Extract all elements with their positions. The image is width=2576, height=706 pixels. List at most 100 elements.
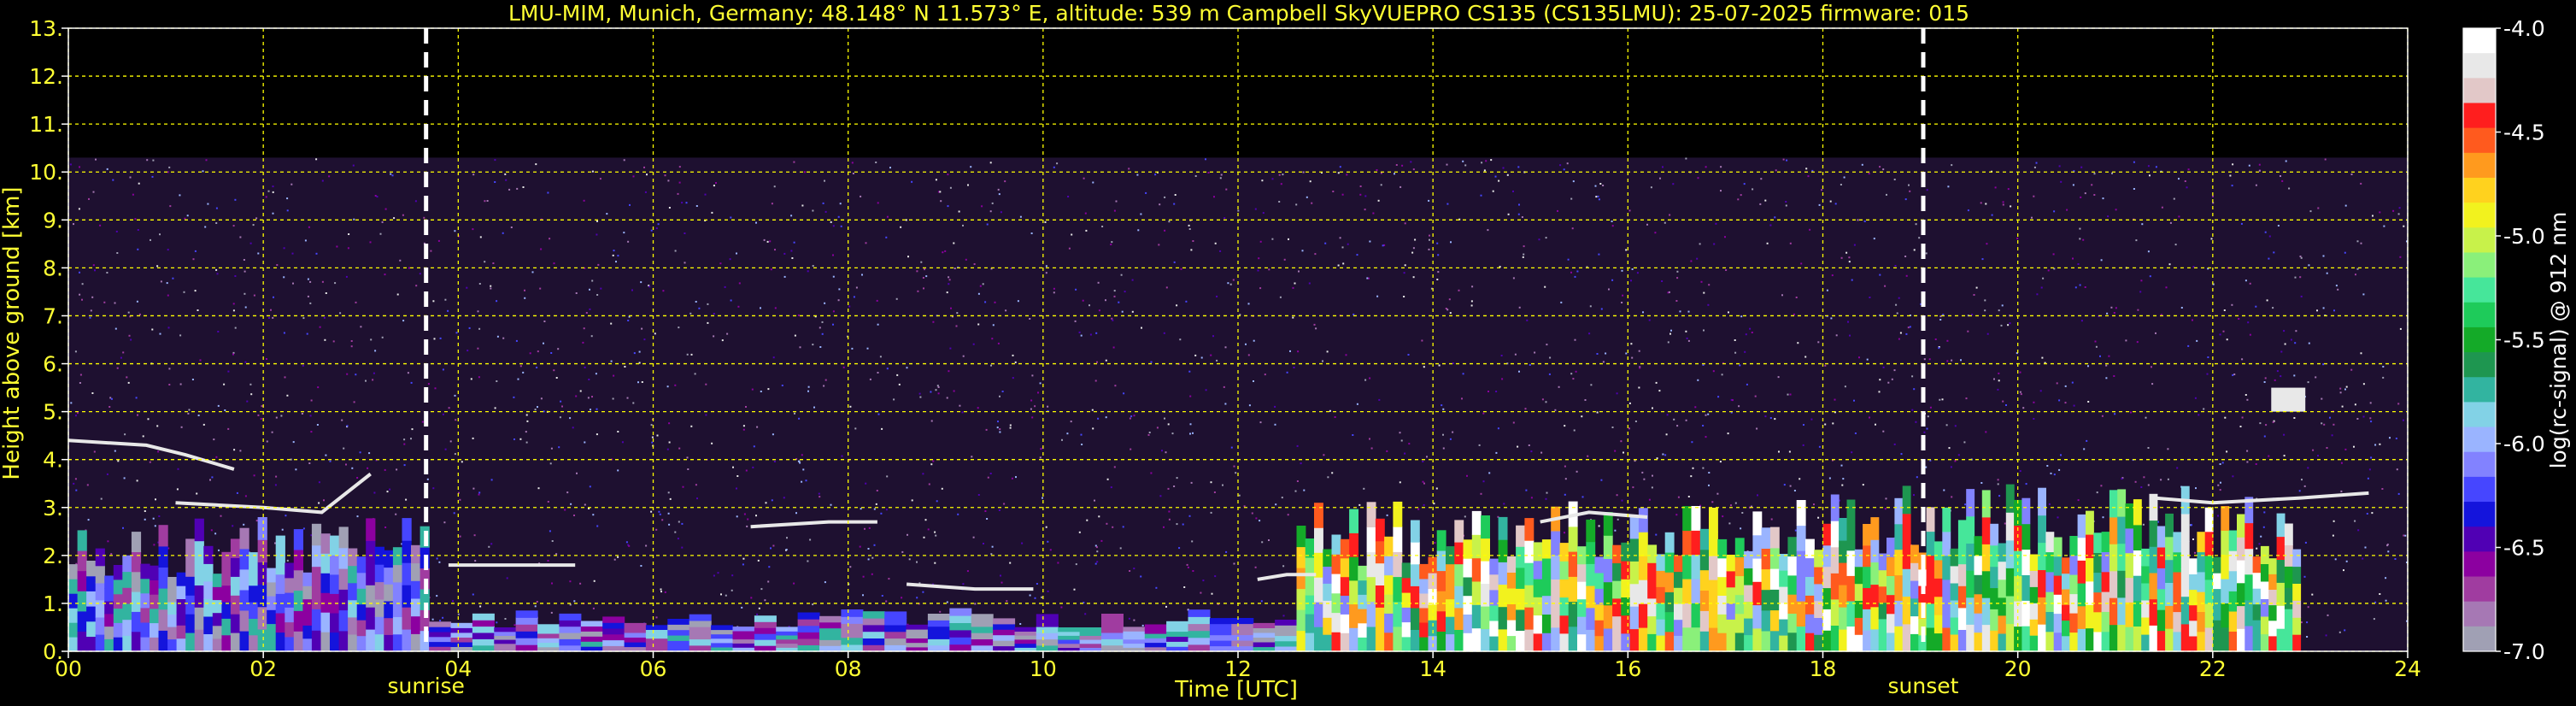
noise-pixel bbox=[1271, 238, 1274, 240]
signal-cell bbox=[320, 592, 331, 613]
noise-pixel bbox=[2184, 180, 2186, 182]
signal-cell bbox=[1870, 517, 1880, 540]
noise-pixel bbox=[2196, 339, 2198, 342]
noise-pixel bbox=[486, 200, 489, 202]
noise-pixel bbox=[1848, 256, 1851, 259]
noise-pixel bbox=[1560, 301, 1563, 303]
noise-pixel bbox=[2082, 238, 2085, 241]
noise-pixel bbox=[1105, 299, 1106, 302]
noise-pixel bbox=[1227, 282, 1229, 285]
noise-pixel bbox=[2280, 175, 2281, 177]
noise-pixel bbox=[536, 601, 538, 603]
noise-pixel bbox=[116, 367, 119, 369]
noise-pixel bbox=[2064, 402, 2067, 404]
noise-pixel bbox=[751, 388, 754, 391]
noise-pixel bbox=[677, 538, 679, 540]
noise-pixel bbox=[126, 376, 128, 379]
noise-pixel bbox=[730, 299, 732, 302]
signal-cell bbox=[1489, 574, 1499, 591]
noise-pixel bbox=[2258, 163, 2261, 166]
signal-cell bbox=[689, 620, 712, 627]
signal-cell bbox=[275, 535, 285, 556]
signal-cell bbox=[1664, 591, 1675, 613]
noise-pixel bbox=[2360, 352, 2362, 355]
noise-pixel bbox=[600, 287, 602, 290]
noise-pixel bbox=[1131, 310, 1134, 313]
noise-pixel bbox=[793, 582, 795, 585]
noise-pixel bbox=[1809, 228, 1811, 231]
noise-pixel bbox=[877, 323, 879, 326]
noise-pixel bbox=[2147, 250, 2150, 253]
noise-pixel bbox=[2019, 371, 2021, 374]
noise-pixel bbox=[1281, 497, 1283, 499]
noise-pixel bbox=[1404, 264, 1406, 267]
noise-pixel bbox=[1679, 310, 1681, 313]
signal-cell bbox=[2284, 523, 2293, 545]
signal-cell bbox=[1830, 521, 1840, 548]
noise-pixel bbox=[540, 397, 543, 400]
signal-cell bbox=[1323, 583, 1333, 601]
noise-pixel bbox=[1805, 168, 1808, 170]
noise-pixel bbox=[1071, 233, 1073, 236]
noise-pixel bbox=[1628, 209, 1631, 212]
signal-cell bbox=[1463, 558, 1473, 578]
signal-cell bbox=[1079, 639, 1102, 644]
signal-cell bbox=[2053, 594, 2063, 615]
noise-pixel bbox=[1636, 272, 1639, 274]
noise-pixel bbox=[819, 346, 822, 348]
noise-pixel bbox=[1530, 450, 1533, 453]
signal-cell bbox=[1358, 622, 1368, 638]
noise-pixel bbox=[109, 406, 111, 408]
signal-cell bbox=[302, 585, 313, 600]
signal-cell bbox=[971, 620, 994, 627]
noise-pixel bbox=[879, 356, 882, 358]
noise-pixel bbox=[1314, 253, 1317, 256]
noise-pixel bbox=[123, 477, 126, 479]
noise-pixel bbox=[575, 292, 578, 294]
signal-cell bbox=[1656, 603, 1666, 620]
noise-pixel bbox=[1009, 268, 1012, 270]
noise-pixel bbox=[1133, 415, 1135, 417]
signal-cell bbox=[2045, 631, 2055, 652]
noise-pixel bbox=[922, 473, 924, 475]
signal-cell bbox=[1752, 627, 1763, 652]
noise-pixel bbox=[1378, 398, 1381, 401]
noise-pixel bbox=[1702, 467, 1705, 469]
noise-pixel bbox=[930, 391, 932, 393]
noise-pixel bbox=[2345, 385, 2348, 388]
noise-pixel bbox=[2105, 364, 2108, 367]
noise-pixel bbox=[2141, 223, 2144, 226]
noise-pixel bbox=[367, 467, 369, 469]
noise-pixel bbox=[1426, 456, 1428, 458]
signal-cell bbox=[2062, 573, 2070, 590]
noise-pixel bbox=[1913, 494, 1915, 497]
noise-pixel bbox=[1191, 540, 1194, 543]
noise-pixel bbox=[862, 575, 865, 578]
noise-pixel bbox=[2293, 417, 2296, 419]
noise-pixel bbox=[217, 331, 220, 332]
noise-pixel bbox=[1908, 184, 1910, 186]
noise-pixel bbox=[2140, 279, 2143, 282]
noise-pixel bbox=[770, 547, 772, 550]
signal-cell bbox=[320, 553, 331, 574]
noise-pixel bbox=[1760, 178, 1763, 180]
signal-cell bbox=[1036, 614, 1059, 621]
noise-pixel bbox=[529, 352, 531, 355]
signal-cell bbox=[1577, 633, 1587, 652]
signal-cell bbox=[1349, 627, 1358, 652]
noise-pixel bbox=[332, 340, 335, 343]
signal-cell bbox=[1717, 557, 1728, 578]
signal-cell bbox=[311, 630, 322, 652]
noise-pixel bbox=[1070, 421, 1072, 423]
colorbar-segment bbox=[2463, 127, 2496, 154]
signal-cell bbox=[1787, 556, 1798, 576]
signal-cell bbox=[1957, 607, 1967, 630]
noise-pixel bbox=[244, 292, 246, 295]
noise-pixel bbox=[991, 202, 994, 204]
noise-pixel bbox=[2341, 405, 2344, 408]
noise-pixel bbox=[1691, 441, 1693, 444]
noise-pixel bbox=[1200, 591, 1202, 594]
signal-cell bbox=[267, 623, 277, 638]
noise-pixel bbox=[2080, 166, 2083, 168]
signal-cell bbox=[2197, 571, 2206, 592]
